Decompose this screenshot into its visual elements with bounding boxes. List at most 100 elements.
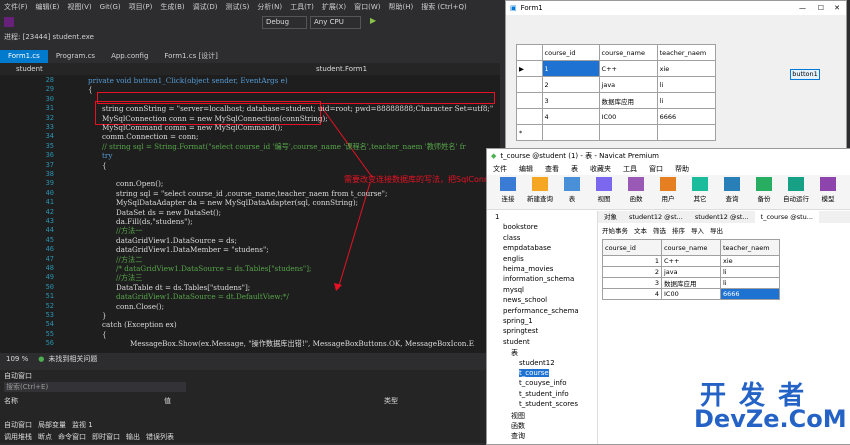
navicat-menu-item-5[interactable]: 工具 — [617, 164, 643, 174]
column-header[interactable]: teacher_naem — [656, 44, 717, 61]
column-header[interactable]: course_name — [661, 239, 721, 256]
subtool-0[interactable]: 开始事务 — [602, 225, 628, 236]
tab-callstack[interactable]: 调用堆栈 — [4, 432, 32, 442]
grid-cell[interactable]: 3 — [602, 277, 662, 289]
tree-item[interactable]: performance_schema — [503, 307, 579, 315]
menu-item-3[interactable]: Git(G) — [96, 3, 125, 11]
menu-item-2[interactable]: 视图(V) — [63, 2, 95, 12]
navicat-menu-item-1[interactable]: 编辑 — [513, 164, 539, 174]
tree-item[interactable]: class — [503, 234, 520, 242]
toolbar-button-7[interactable]: 查询 — [715, 177, 749, 203]
menu-item-0[interactable]: 文件(F) — [0, 2, 32, 12]
grid-cell[interactable]: java — [661, 266, 721, 278]
menu-item-8[interactable]: 分析(N) — [253, 2, 286, 12]
start-icon[interactable]: ▶ — [370, 16, 376, 25]
code-editor[interactable]: 28 private void button1_Click(object send… — [0, 75, 500, 353]
navicat-menu-item-0[interactable]: 文件 — [487, 164, 513, 174]
column-header[interactable]: course_id — [602, 239, 662, 256]
grid-cell[interactable] — [598, 124, 658, 141]
subtool-4[interactable]: 导入 — [691, 225, 704, 236]
navicat-tab-0[interactable]: 对象 — [598, 211, 623, 223]
toolbar-button-6[interactable]: 其它 — [683, 177, 717, 203]
column-header[interactable]: course_id — [541, 44, 600, 61]
config-dropdown[interactable]: Debug — [262, 16, 307, 29]
nav-right-dropdown[interactable]: student.Form1 — [216, 65, 367, 73]
tree-item[interactable]: 表 — [511, 348, 518, 358]
menu-item-12[interactable]: 帮助(H) — [384, 2, 417, 12]
autos-search-input[interactable]: 搜索(Ctrl+E) — [4, 382, 186, 392]
tab-2[interactable]: App.config — [103, 50, 156, 63]
table-row[interactable]: 3 数据库应用 li — [602, 277, 780, 289]
tree-item[interactable]: 函数 — [511, 421, 525, 431]
platform-dropdown[interactable]: Any CPU — [310, 16, 361, 29]
tree-item[interactable]: 1 — [495, 213, 499, 221]
toolbar-button-3[interactable]: 视图 — [587, 177, 621, 203]
minimize-icon[interactable]: — — [799, 4, 806, 12]
grid-cell[interactable]: li — [656, 76, 717, 93]
toolbar-button-5[interactable]: 用户 — [651, 177, 685, 203]
grid-cell[interactable]: C++ — [661, 255, 721, 267]
grid-cell[interactable]: java — [598, 76, 658, 93]
grid-cell[interactable]: 4 — [602, 288, 662, 300]
tree-item[interactable]: empdatabase — [503, 244, 551, 252]
new-row[interactable]: * — [516, 124, 717, 141]
table-row[interactable]: 2 java li — [516, 76, 717, 93]
navicat-menu-item-2[interactable]: 查看 — [539, 164, 565, 174]
column-header[interactable]: teacher_naem — [720, 239, 780, 256]
tab-3[interactable]: Form1.cs [设计] — [156, 50, 226, 63]
column-header[interactable]: course_name — [598, 44, 658, 61]
grid-cell[interactable]: li — [656, 92, 717, 109]
navicat-tab-2[interactable]: student12 @st... — [689, 211, 755, 223]
grid-cell[interactable] — [541, 124, 600, 141]
tab-watch[interactable]: 监视 1 — [72, 420, 93, 430]
grid-cell[interactable]: IC00 — [598, 108, 658, 125]
tree-item[interactable]: t_student_scores — [519, 400, 578, 408]
grid-cell[interactable]: li — [720, 277, 780, 289]
tree-item[interactable]: 查询 — [511, 431, 525, 441]
tree-item[interactable]: heima_movies — [503, 265, 553, 273]
close-icon[interactable]: ✕ — [834, 4, 840, 12]
tree-item[interactable]: student12 — [519, 359, 555, 367]
navicat-tab-1[interactable]: student12 @st... — [623, 211, 689, 223]
toolbar-button-2[interactable]: 表 — [555, 177, 589, 203]
navicat-menu-item-3[interactable]: 表 — [565, 164, 584, 174]
grid-cell[interactable] — [656, 124, 717, 141]
maximize-icon[interactable]: ☐ — [818, 4, 824, 12]
toolbar-button-10[interactable]: 模型 — [811, 177, 845, 203]
tree-item[interactable]: 视图 — [511, 411, 525, 421]
grid-cell[interactable]: 4 — [541, 108, 600, 125]
subtool-1[interactable]: 文本 — [634, 225, 647, 236]
menu-item-9[interactable]: 工具(T) — [286, 2, 318, 12]
tab-breakpoints[interactable]: 断点 — [38, 432, 52, 442]
subtool-5[interactable]: 导出 — [710, 225, 723, 236]
grid-cell[interactable]: li — [720, 266, 780, 278]
grid-cell[interactable]: 2 — [602, 266, 662, 278]
grid-cell[interactable]: xie — [656, 60, 717, 77]
menu-item-10[interactable]: 扩展(X) — [318, 2, 350, 12]
subtool-2[interactable]: 筛选 — [653, 225, 666, 236]
tab-errors[interactable]: 错误列表 — [146, 432, 174, 442]
menu-item-5[interactable]: 生成(B) — [156, 2, 188, 12]
grid-cell[interactable]: 数据库应用 — [598, 92, 658, 109]
tree-item[interactable]: information_schema — [503, 275, 574, 283]
navicat-grid[interactable]: course_id course_name teacher_naem 1 C++ xie 2… — [602, 239, 780, 300]
menu-item-1[interactable]: 编辑(E) — [32, 2, 64, 12]
tree-item[interactable]: bookstore — [503, 223, 538, 231]
subtool-3[interactable]: 排序 — [672, 225, 685, 236]
navicat-menu-item-7[interactable]: 帮助 — [669, 164, 695, 174]
tab-output[interactable]: 输出 — [126, 432, 140, 442]
tab-autos[interactable]: 自动窗口 — [4, 420, 32, 430]
toolbar-button-4[interactable]: 函数 — [619, 177, 653, 203]
zoom-level[interactable]: 109 % — [0, 355, 34, 363]
grid-cell[interactable]: IC00 — [661, 288, 721, 300]
tree-item[interactable]: englis — [503, 255, 524, 263]
table-row[interactable]: 3 数据库应用 li — [516, 92, 717, 109]
menu-item-13[interactable]: 搜索 (Ctrl+Q) — [417, 2, 471, 12]
table-row[interactable]: 1 C++ xie — [602, 255, 780, 267]
grid-cell[interactable]: 1 — [602, 255, 662, 267]
table-row[interactable]: 4 IC00 6666 — [516, 108, 717, 125]
menu-item-4[interactable]: 项目(P) — [125, 2, 157, 12]
grid-cell[interactable]: 6666 — [720, 288, 780, 300]
tab-1[interactable]: Program.cs — [48, 50, 103, 63]
button1[interactable]: button1 — [790, 69, 820, 80]
